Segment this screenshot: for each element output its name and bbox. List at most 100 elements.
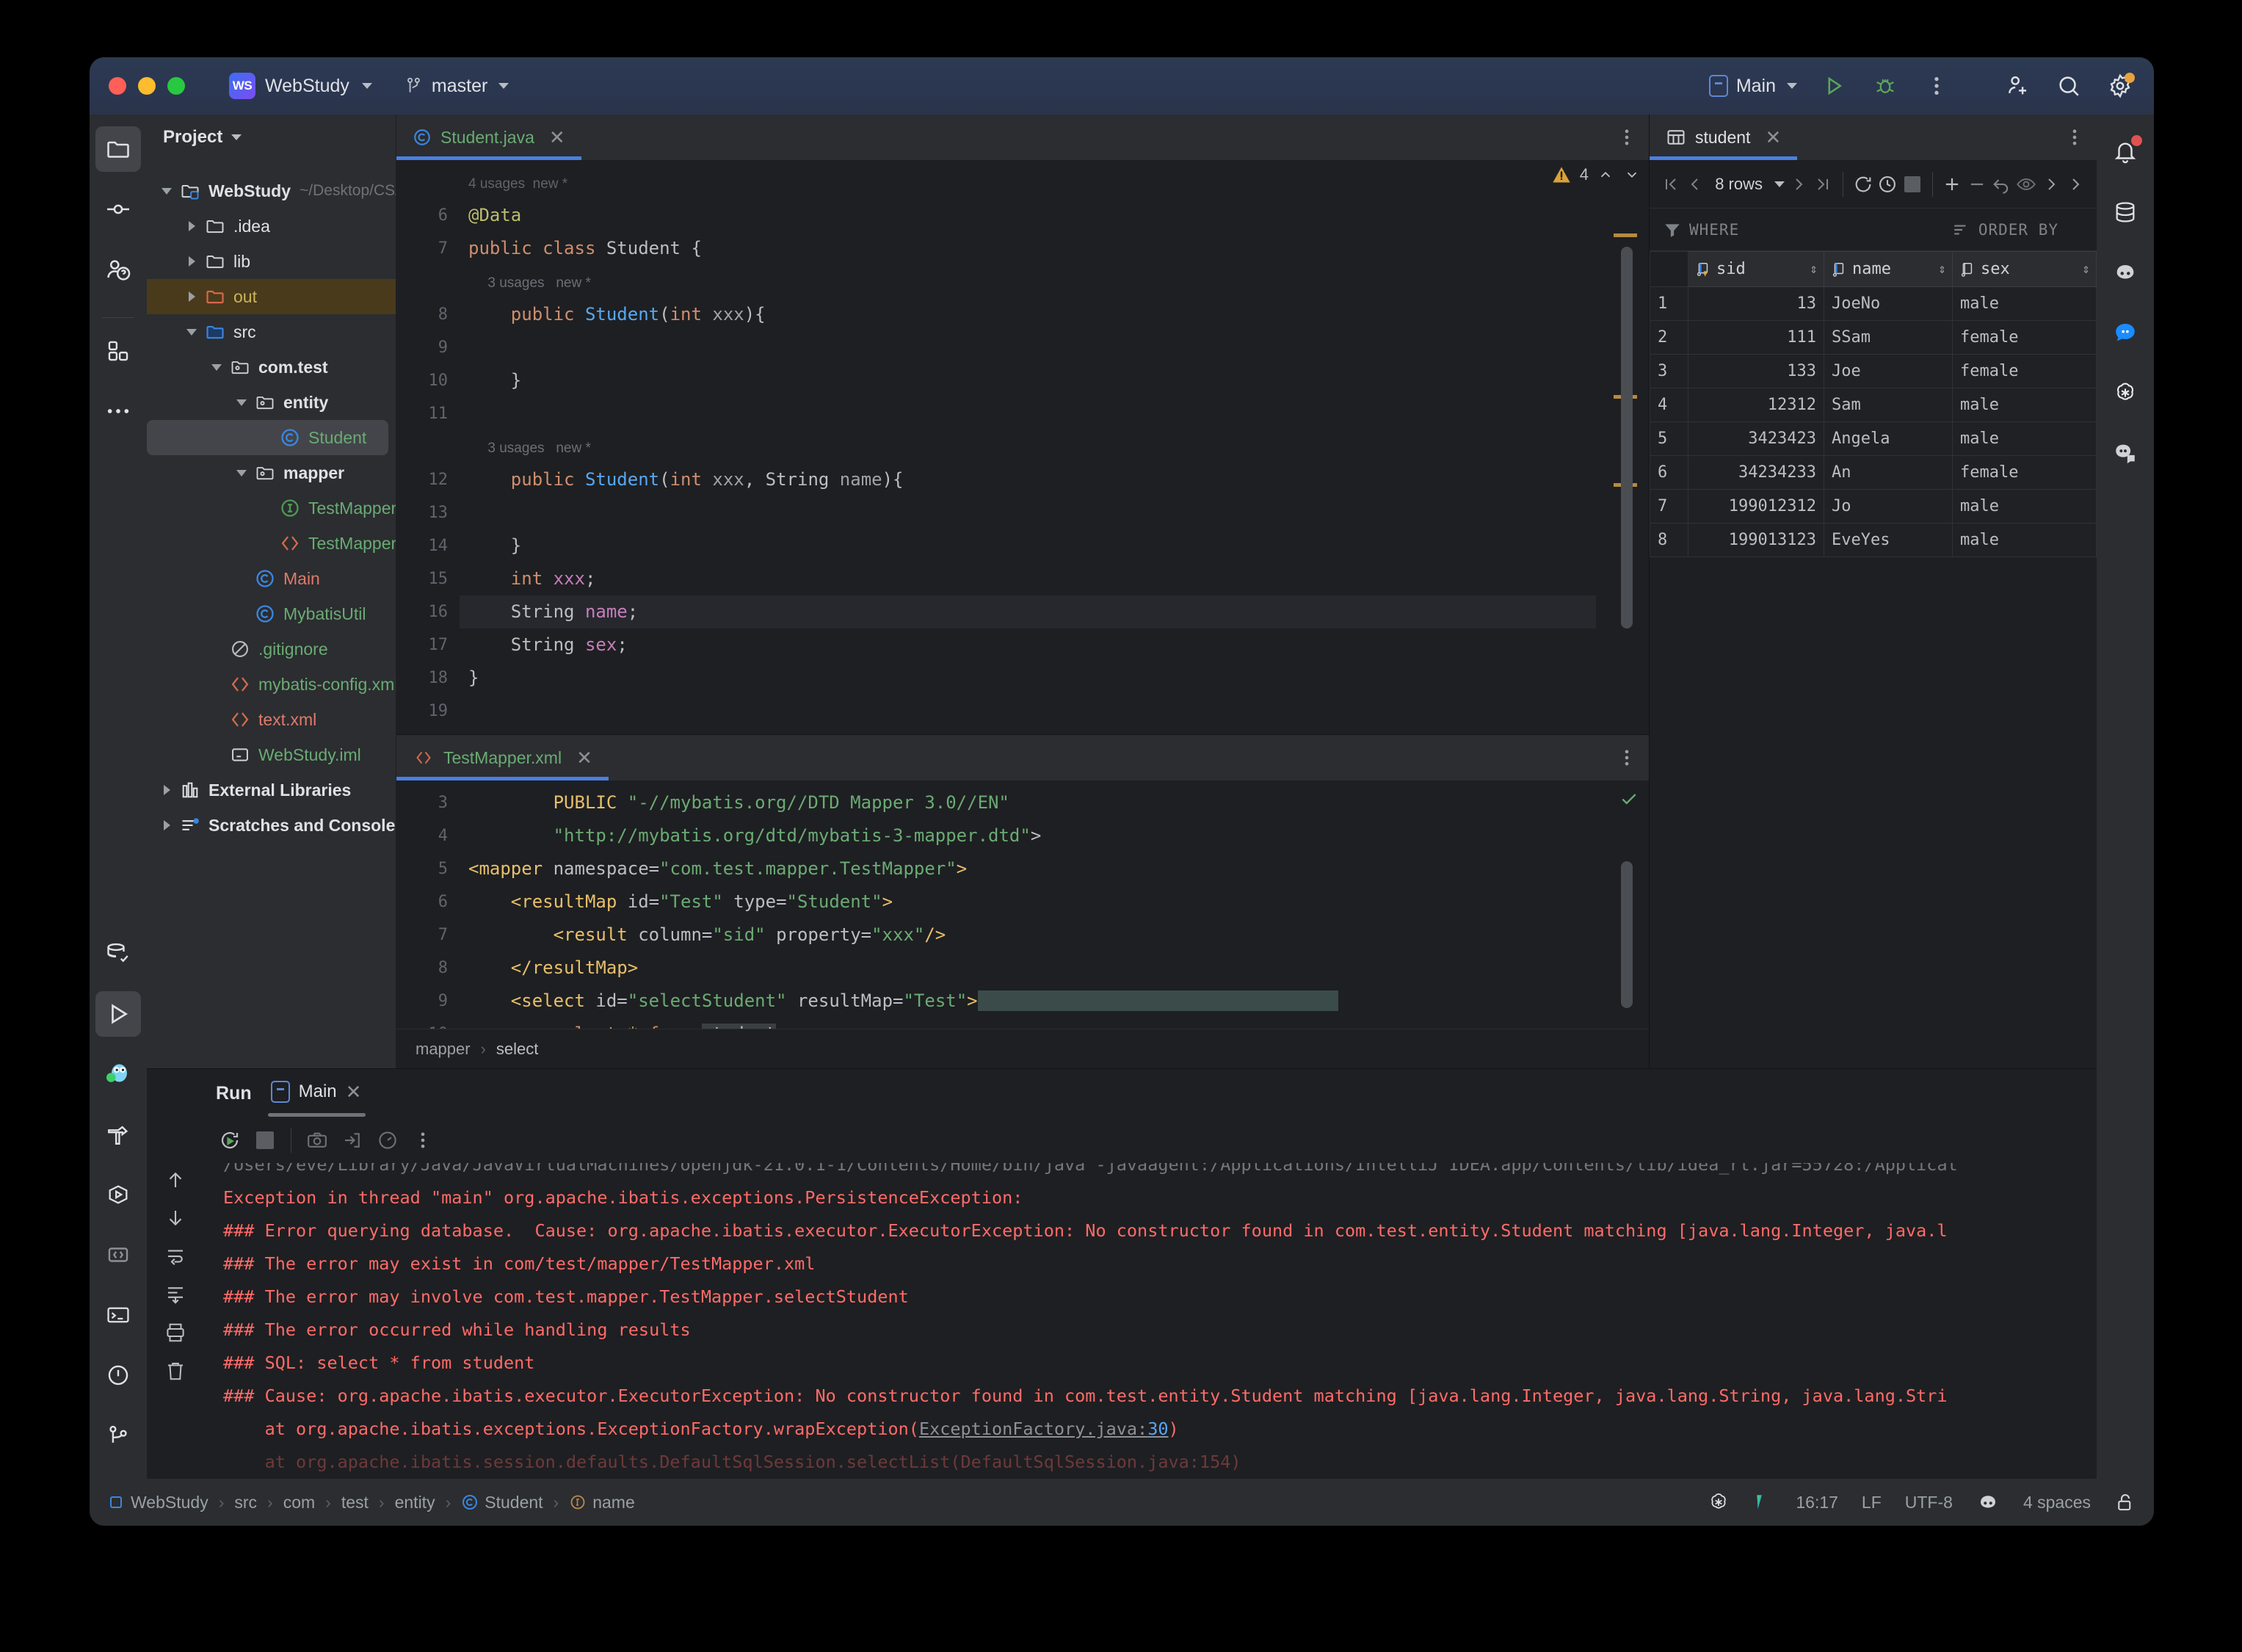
table-row[interactable]: 1 13 JoeNo male [1650, 286, 2097, 321]
next-nav-button[interactable] [2040, 169, 2062, 200]
stacktrace-link[interactable]: ExceptionFactory.java:30 [919, 1419, 1169, 1439]
clear-all-icon[interactable] [164, 1360, 186, 1382]
run-configuration-selector[interactable]: Main [1708, 75, 1797, 97]
tree-item-mybatisutil[interactable]: MybatisUtil [147, 596, 396, 631]
sidebar-item-project[interactable] [95, 126, 141, 172]
console-line[interactable]: /Users/eve/Library/Java/JavaVirtualMachi… [223, 1163, 2097, 1181]
java-code-line[interactable]: 4 usages new * [460, 166, 1596, 199]
breadcrumb-item[interactable]: Student [461, 1493, 543, 1512]
console-line[interactable]: ### The error may exist in com/test/mapp… [223, 1247, 2097, 1280]
java-code-line[interactable] [460, 496, 1596, 529]
java-code-line[interactable]: 3 usages new * [460, 265, 1596, 298]
sidebar-item-build[interactable] [95, 1112, 141, 1157]
tree-toggle[interactable] [181, 221, 203, 231]
java-code-line[interactable] [460, 695, 1596, 728]
tree-item-scratches-and-consoles[interactable]: Scratches and Consoles [147, 808, 396, 843]
cell-sid[interactable]: 133 [1688, 354, 1824, 388]
tree-toggle[interactable] [156, 187, 178, 195]
where-label[interactable]: WHERE [1689, 221, 1739, 239]
java-code-line[interactable]: public class Student { [460, 232, 1596, 265]
tree-toggle[interactable] [181, 256, 203, 267]
table-row[interactable]: 3 133 Joe female [1650, 354, 2097, 388]
sidebar-item-version-control[interactable] [95, 1413, 141, 1458]
console-line[interactable]: at org.apache.ibatis.session.defaults.De… [223, 1446, 2097, 1479]
add-user-button[interactable] [2003, 71, 2032, 101]
java-code-line[interactable]: } [460, 529, 1596, 562]
enter-button[interactable] [337, 1125, 368, 1156]
xml-vertical-scrollbar[interactable] [1621, 861, 1633, 1008]
db-result-grid[interactable]: sid ⇕ name ⇕ sex ⇕ 1 13 JoeNo male 2 111… [1650, 251, 2097, 557]
sidebar-item-go-plugin[interactable] [95, 1051, 141, 1097]
tree-item-testmapper-xml[interactable]: TestMapper.xml [147, 526, 396, 561]
run-more-button[interactable] [407, 1125, 438, 1156]
screenshot-button[interactable] [302, 1125, 333, 1156]
tree-toggle[interactable] [181, 328, 203, 336]
tree-item-main[interactable]: Main [147, 561, 396, 596]
next-nav-button-2[interactable] [2064, 169, 2086, 200]
print-icon[interactable] [164, 1322, 186, 1344]
breadcrumb-item[interactable]: mapper [416, 1040, 471, 1059]
tree-item--idea[interactable]: .idea [147, 209, 396, 244]
maximize-window-button[interactable] [167, 77, 185, 95]
java-editor-gutter-right[interactable]: 4 [1553, 160, 1649, 734]
console-line[interactable]: at org.apache.ibatis.exceptions.Exceptio… [223, 1413, 2097, 1446]
console-line[interactable]: Exception in thread "main" org.apache.ib… [223, 1181, 2097, 1214]
column-header-sex[interactable]: sex ⇕ [1952, 251, 2097, 287]
xml-code-lines[interactable]: PUBLIC "-//mybatis.org//DTD Mapper 3.0//… [460, 780, 1596, 1029]
cell-sid[interactable]: 12312 [1688, 388, 1824, 422]
column-header-name[interactable]: name ⇕ [1824, 251, 1953, 287]
column-header-sid[interactable]: sid ⇕ [1688, 251, 1824, 287]
sidebar-item-bookmarks[interactable] [95, 1232, 141, 1278]
profiler-button[interactable] [372, 1125, 403, 1156]
project-selector[interactable]: WS WebStudy [229, 73, 372, 99]
breadcrumb-item[interactable]: WebStudy [107, 1493, 208, 1512]
java-code-line[interactable]: @Data [460, 199, 1596, 232]
prev-page-button[interactable] [1685, 169, 1707, 200]
sort-icon[interactable] [1952, 220, 1971, 239]
sort-arrows-icon[interactable]: ⇕ [1938, 262, 1946, 276]
cell-sex[interactable]: male [1952, 421, 2097, 456]
cell-sex[interactable]: male [1952, 286, 2097, 321]
tree-toggle[interactable] [206, 363, 228, 371]
tree-toggle[interactable] [181, 291, 203, 302]
java-code-line[interactable]: public Student(int xxx, String name){ [460, 463, 1596, 496]
tree-item--gitignore[interactable]: .gitignore [147, 631, 396, 667]
table-row[interactable]: 8 199013123 EveYes male [1650, 523, 2097, 557]
project-tree[interactable]: WebStudy ~/Desktop/CS/Jav .idea lib out srcco… [147, 160, 396, 843]
java-code-lines[interactable]: 4 usages new * @Data public class Student … [460, 160, 1596, 734]
cell-name[interactable]: JoeNo [1824, 286, 1953, 321]
tree-item-webstudy[interactable]: WebStudy ~/Desktop/CS/Jav [147, 173, 396, 209]
stop-button[interactable] [250, 1125, 280, 1156]
breadcrumb-item[interactable]: src [234, 1493, 257, 1512]
tree-item-entity[interactable]: entity [147, 385, 396, 420]
sidebar-item-problems[interactable] [95, 1352, 141, 1398]
xml-code-area[interactable]: 34567891011 PUBLIC "-//mybatis.org//DTD … [396, 780, 1649, 1029]
console-line[interactable]: ### The error occurred while handling re… [223, 1314, 2097, 1347]
cell-sid[interactable]: 199013123 [1688, 523, 1824, 557]
tree-item-com-test[interactable]: com.test [147, 349, 396, 385]
tab-student-java[interactable]: Student.java ✕ [396, 115, 581, 160]
usage-hint[interactable]: 3 usages new * [468, 275, 590, 291]
breadcrumb-item[interactable]: com [283, 1493, 315, 1512]
usage-hint[interactable]: 4 usages new * [468, 176, 567, 192]
cell-sid[interactable]: 199012312 [1688, 489, 1824, 524]
tree-toggle[interactable] [156, 820, 178, 830]
copilot-icon[interactable] [1976, 1491, 2000, 1513]
sidebar-item-structure[interactable] [95, 328, 141, 374]
close-icon[interactable]: ✕ [346, 1081, 362, 1104]
chevron-down-icon[interactable] [1622, 167, 1641, 183]
close-window-button[interactable] [109, 77, 126, 95]
cell-name[interactable]: EveYes [1824, 523, 1953, 557]
lock-icon[interactable] [2114, 1491, 2136, 1513]
add-row-button[interactable] [1941, 169, 1963, 200]
java-code-line[interactable]: } [460, 364, 1596, 397]
java-code-area[interactable]: 6 7 8 9 10 11 12 13 14 15 16 17 18 19 4 usages new * @… [396, 160, 1649, 734]
debug-button[interactable] [1871, 71, 1900, 101]
java-code-line[interactable]: } [460, 662, 1596, 695]
console-line[interactable]: ### Cause: org.apache.ibatis.executor.Ex… [223, 1380, 2097, 1413]
sidebar-item-openai[interactable] [2103, 370, 2148, 416]
cell-sex[interactable]: male [1952, 388, 2097, 422]
sidebar-item-ai-assistant[interactable] [95, 247, 141, 292]
tree-item-mapper[interactable]: mapper [147, 455, 396, 490]
db-options-button[interactable] [2072, 127, 2078, 148]
